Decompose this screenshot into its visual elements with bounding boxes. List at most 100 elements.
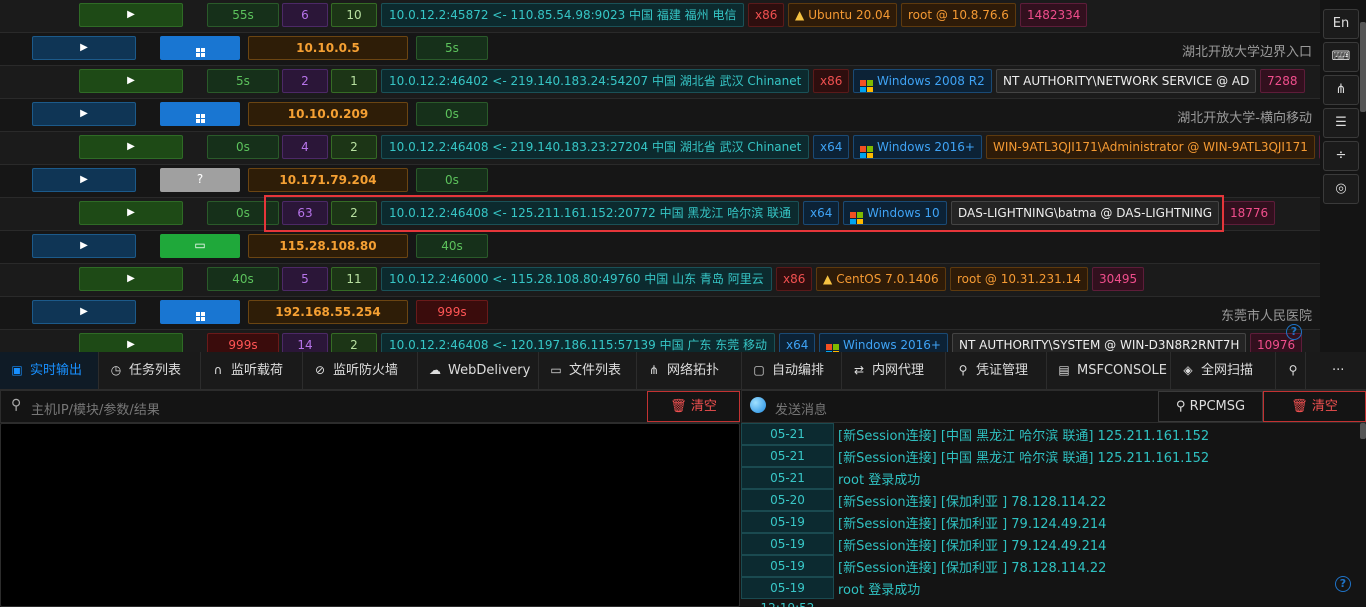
connection-address: 10.0.12.2:46408 <- 120.197.186.115:57139…	[381, 333, 776, 353]
clear-right-label: 清空	[1311, 399, 1338, 414]
console-icon: ▤	[1058, 363, 1070, 377]
host-ip-badge: 192.168.55.254	[248, 300, 408, 324]
open-session-button[interactable]: ▶	[79, 333, 183, 353]
heartbeat-badge: 55s	[207, 3, 279, 27]
heartbeat-badge: 999s	[207, 333, 279, 353]
scrollbar-thumb[interactable]	[1360, 22, 1366, 112]
windows-icon	[860, 80, 873, 92]
help-icon-bottom[interactable]: ?	[1335, 576, 1351, 592]
open-host-button[interactable]: ▶	[32, 168, 136, 192]
os-label: Windows 2008 R2	[877, 74, 985, 88]
tab-网络拓扑[interactable]: ⋔ 网络拓扑	[637, 352, 742, 389]
os-badge: Windows 2016+	[853, 135, 982, 159]
tab-全网扫描[interactable]: ◈ 全网扫描	[1171, 352, 1276, 389]
heartbeat-badge: 0s	[207, 135, 279, 159]
tab-MSFCONSOLE[interactable]: ▤ MSFCONSOLE	[1047, 352, 1171, 389]
log-message: root 登录成功	[838, 473, 921, 488]
laptop-icon: ▭	[194, 238, 206, 252]
table-row[interactable]: ▶? 10.171.79.204 0s	[0, 165, 1320, 198]
search-icon: ⚲	[1288, 363, 1298, 377]
os-label: CentOS 7.0.1406	[836, 272, 939, 286]
tab-内网代理[interactable]: ⇄ 内网代理	[842, 352, 946, 389]
open-host-button[interactable]: ▶	[32, 234, 136, 258]
topology-icon[interactable]: ⋔	[1323, 75, 1359, 105]
os-label: Windows 10	[867, 206, 940, 220]
globe-icon[interactable]: ◎	[1323, 174, 1359, 204]
device-badge: ?	[160, 168, 240, 192]
count-badge: 2	[331, 201, 377, 225]
connection-address: 10.0.12.2:46000 <- 115.28.108.80:49760 中…	[381, 267, 772, 291]
log-entry: 05-20 12:36:46 [新Session连接] [保加利亚 ] 78.12…	[741, 489, 1361, 527]
table-row[interactable]: ▶ 10.10.0.209 0s 湖北开放大学-横向移动	[0, 99, 1320, 132]
host-location: 湖北开放大学边界入口	[1181, 45, 1312, 60]
log-entry: 05-21 15:21:12 [新Session连接] [中国 黑龙江 哈尔滨 联…	[741, 423, 1361, 461]
heartbeat-badge: 0s	[207, 201, 279, 225]
tab-实时输出[interactable]: ▣ 实时输出	[0, 352, 99, 389]
user-badge: NT AUTHORITY\NETWORK SERVICE @ AD	[996, 69, 1257, 93]
lang-en-button[interactable]: En	[1323, 9, 1359, 39]
host-location: 湖北开放大学-横向移动	[1177, 111, 1312, 126]
tab-search[interactable]: ⚲	[1276, 352, 1306, 389]
table-row[interactable]: ▶ 5s 2 1 10.0.12.2:46402 <- 219.140.183.24:5…	[0, 66, 1320, 99]
count-badge: 2	[331, 333, 377, 353]
table-row[interactable]: ▶ 0s 63 2 10.0.12.2:46408 <- 125.211.161.152…	[0, 198, 1320, 231]
rpcmsg-button[interactable]: ⚲ RPCMSG	[1158, 391, 1263, 422]
tab-label: 监听载荷	[231, 363, 284, 378]
user-badge: NT AUTHORITY\SYSTEM @ WIN-D3N8R2RNT7H	[952, 333, 1247, 353]
left-search-bar: ⚲ 主机IP/模块/参数/结果 🗑︎ 清空	[0, 390, 740, 423]
table-row[interactable]: ▶ ▭ 115.28.108.80 40s	[0, 231, 1320, 264]
tab-WebDelivery[interactable]: ☁ WebDelivery	[418, 352, 539, 389]
message-input[interactable]: 发送消息	[775, 399, 827, 418]
search-input[interactable]: 主机IP/模块/参数/结果	[31, 399, 160, 418]
list-icon[interactable]: ☰	[1323, 108, 1359, 138]
open-host-button[interactable]: ▶	[32, 300, 136, 324]
count-badge: 10	[331, 3, 377, 27]
arch-badge: x86	[748, 3, 785, 27]
table-row[interactable]: ▶ 55s 6 10 10.0.12.2:45872 <- 110.85.54.98:9…	[0, 0, 1320, 33]
clear-right-button[interactable]: 🗑︎ 清空	[1263, 391, 1366, 422]
connection-address: 10.0.12.2:46402 <- 219.140.183.24:54207 …	[381, 69, 810, 93]
tab-自动编排[interactable]: ▢ 自动编排	[742, 352, 842, 389]
terminal-icon[interactable]: ⌨	[1323, 42, 1359, 72]
table-row[interactable]: ▶ 192.168.55.254 999s 东莞市人民医院	[0, 297, 1320, 330]
log-entry: 05-19 12:19:52 root 登录成功	[741, 577, 1361, 607]
help-icon[interactable]: ?	[1286, 324, 1302, 340]
os-badge: Windows 2016+	[819, 333, 948, 353]
message-log: 05-21 15:21:12 [新Session连接] [中国 黑龙江 哈尔滨 联…	[741, 423, 1366, 607]
split-icon[interactable]: ÷	[1323, 141, 1359, 171]
globe-icon	[750, 397, 766, 413]
folder-icon: ▭	[550, 363, 562, 377]
log-message: root 登录成功	[838, 583, 921, 598]
tab-凭证管理[interactable]: ⚲ 凭证管理	[946, 352, 1047, 389]
table-row[interactable]: ▶ 10.10.0.5 5s 湖北开放大学边界入口	[0, 33, 1320, 66]
open-host-button[interactable]: ▶	[32, 36, 136, 60]
clear-left-button[interactable]: 🗑︎ 清空	[647, 391, 740, 422]
pid-badge: 63	[282, 201, 328, 225]
grid-icon	[195, 48, 205, 57]
open-host-button[interactable]: ▶	[32, 102, 136, 126]
open-session-button[interactable]: ▶	[79, 267, 183, 291]
clock-icon: ◷	[110, 363, 122, 377]
tab-监听防火墙[interactable]: ⊘ 监听防火墙	[303, 352, 418, 389]
open-session-button[interactable]: ▶	[79, 69, 183, 93]
table-row[interactable]: ▶ 999s 14 2 10.0.12.2:46408 <- 120.197.186.1…	[0, 330, 1320, 353]
pid-badge: 5	[282, 267, 328, 291]
tab-任务列表[interactable]: ◷ 任务列表	[99, 352, 201, 389]
arch-badge: x86	[776, 267, 813, 291]
log-message: [新Session连接] [中国 黑龙江 哈尔滨 联通] 125.211.161…	[838, 451, 1210, 466]
tab-label: 自动编排	[772, 363, 825, 378]
log-timestamp: 05-19 21:02:16	[741, 511, 834, 549]
log-timestamp: 05-21 15:21:12	[741, 445, 834, 483]
more-tabs-button[interactable]: ···	[1326, 352, 1366, 389]
open-session-button[interactable]: ▶	[79, 201, 183, 225]
tab-文件列表[interactable]: ▭ 文件列表	[539, 352, 637, 389]
table-row[interactable]: ▶ 40s 5 11 10.0.12.2:46000 <- 115.28.108.80:…	[0, 264, 1320, 297]
host-time-badge: 0s	[416, 168, 488, 192]
open-session-button[interactable]: ▶	[79, 3, 183, 27]
cloud-icon: ☁	[429, 363, 441, 377]
tab-label: 凭证管理	[976, 363, 1029, 378]
os-label: Ubuntu 20.04	[808, 8, 891, 22]
table-row[interactable]: ▶ 0s 4 2 10.0.12.2:46408 <- 219.140.183.23:2…	[0, 132, 1320, 165]
tab-监听载荷[interactable]: ∩ 监听载荷	[201, 352, 303, 389]
open-session-button[interactable]: ▶	[79, 135, 183, 159]
